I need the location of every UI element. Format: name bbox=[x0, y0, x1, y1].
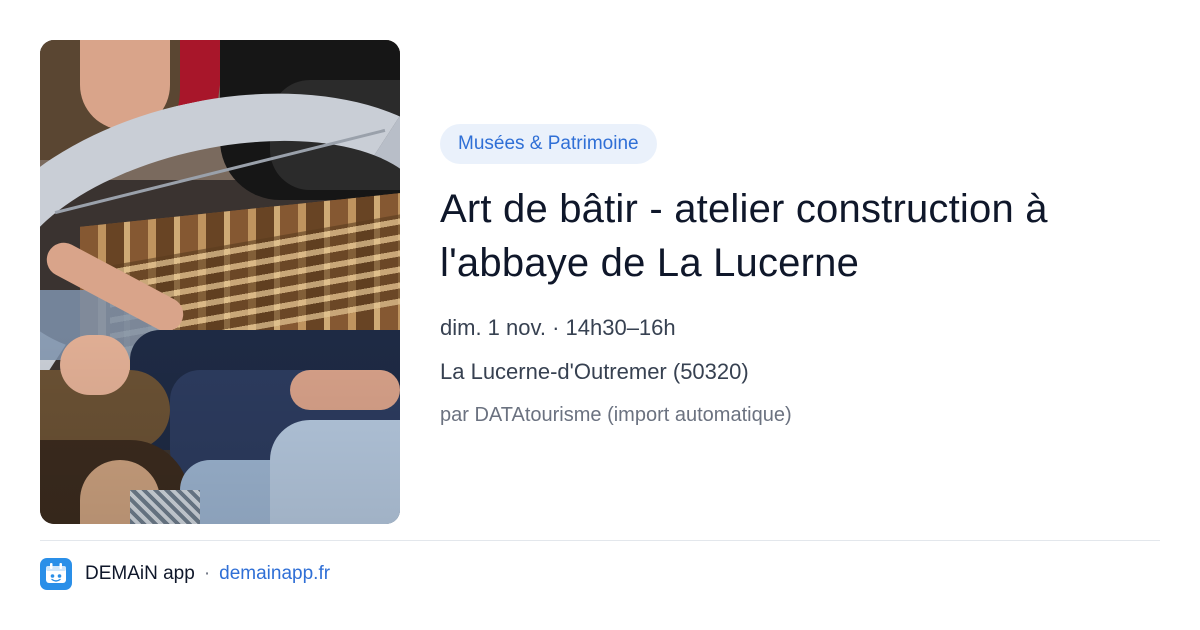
app-url-link[interactable]: demainapp.fr bbox=[219, 563, 330, 585]
event-title-line-2: l'abbaye de La Lucerne bbox=[440, 241, 860, 285]
footer-divider bbox=[40, 540, 1160, 541]
app-name: DEMAiN app bbox=[85, 563, 195, 584]
event-title-line-1: Art de bâtir - atelier construction à bbox=[440, 187, 1048, 231]
demain-app-icon bbox=[40, 558, 72, 590]
photo-shade bbox=[40, 40, 400, 524]
event-photo bbox=[40, 40, 400, 524]
event-title: Art de bâtir - atelier construction à l'… bbox=[440, 182, 1160, 290]
event-source: par DATAtourisme (import automatique) bbox=[440, 404, 792, 426]
footer-separator: · bbox=[203, 563, 211, 584]
share-card: Musées & Patrimoine Art de bâtir - ateli… bbox=[0, 0, 1200, 630]
event-location: La Lucerne-d'Outremer (50320) bbox=[440, 359, 749, 384]
category-badge: Musées & Patrimoine bbox=[440, 124, 657, 164]
event-datetime: dim. 1 nov. · 14h30–16h bbox=[440, 315, 676, 340]
footer: DEMAiN app · demainapp.fr bbox=[40, 558, 330, 590]
